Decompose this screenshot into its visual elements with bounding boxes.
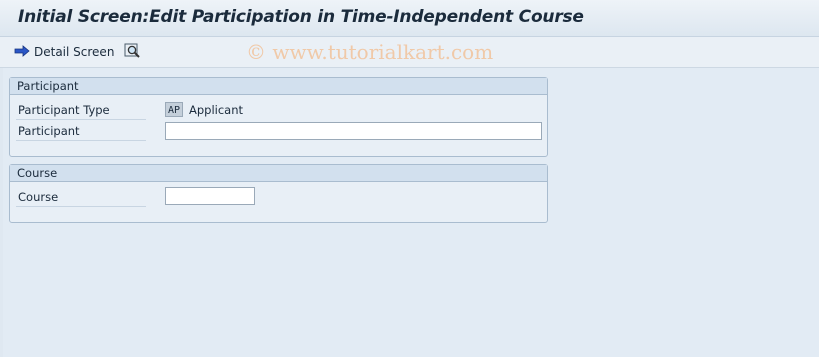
main-content: Participant Participant Type AP Applican… [3,68,819,357]
arrow-right-icon [14,44,30,60]
participant-type-value: Applicant [189,103,244,117]
row-separator [16,206,146,207]
detail-screen-button[interactable]: Detail Screen [14,42,114,62]
row-separator [16,140,146,141]
participant-type-label: Participant Type [18,103,110,117]
participant-type-row: Participant Type AP Applicant [10,99,547,120]
course-group: Course Course [9,164,548,223]
watermark: © www.tutorialkart.com [246,40,494,64]
course-label: Course [18,190,59,204]
page-title: Initial Screen:Edit Participation in Tim… [18,7,584,27]
participant-group: Participant Participant Type AP Applican… [9,77,548,157]
participant-group-header: Participant [10,78,547,95]
detail-screen-label: Detail Screen [34,45,115,59]
participant-row: Participant [10,120,547,141]
title-bar: Initial Screen:Edit Participation in Tim… [0,0,819,37]
course-input[interactable] [165,187,255,205]
magnifier-icon[interactable] [124,43,142,59]
course-group-header: Course [10,165,547,182]
course-row: Course [10,186,547,207]
participant-label: Participant [18,124,80,138]
participant-type-code[interactable]: AP [165,102,183,117]
participant-input[interactable] [165,122,542,140]
